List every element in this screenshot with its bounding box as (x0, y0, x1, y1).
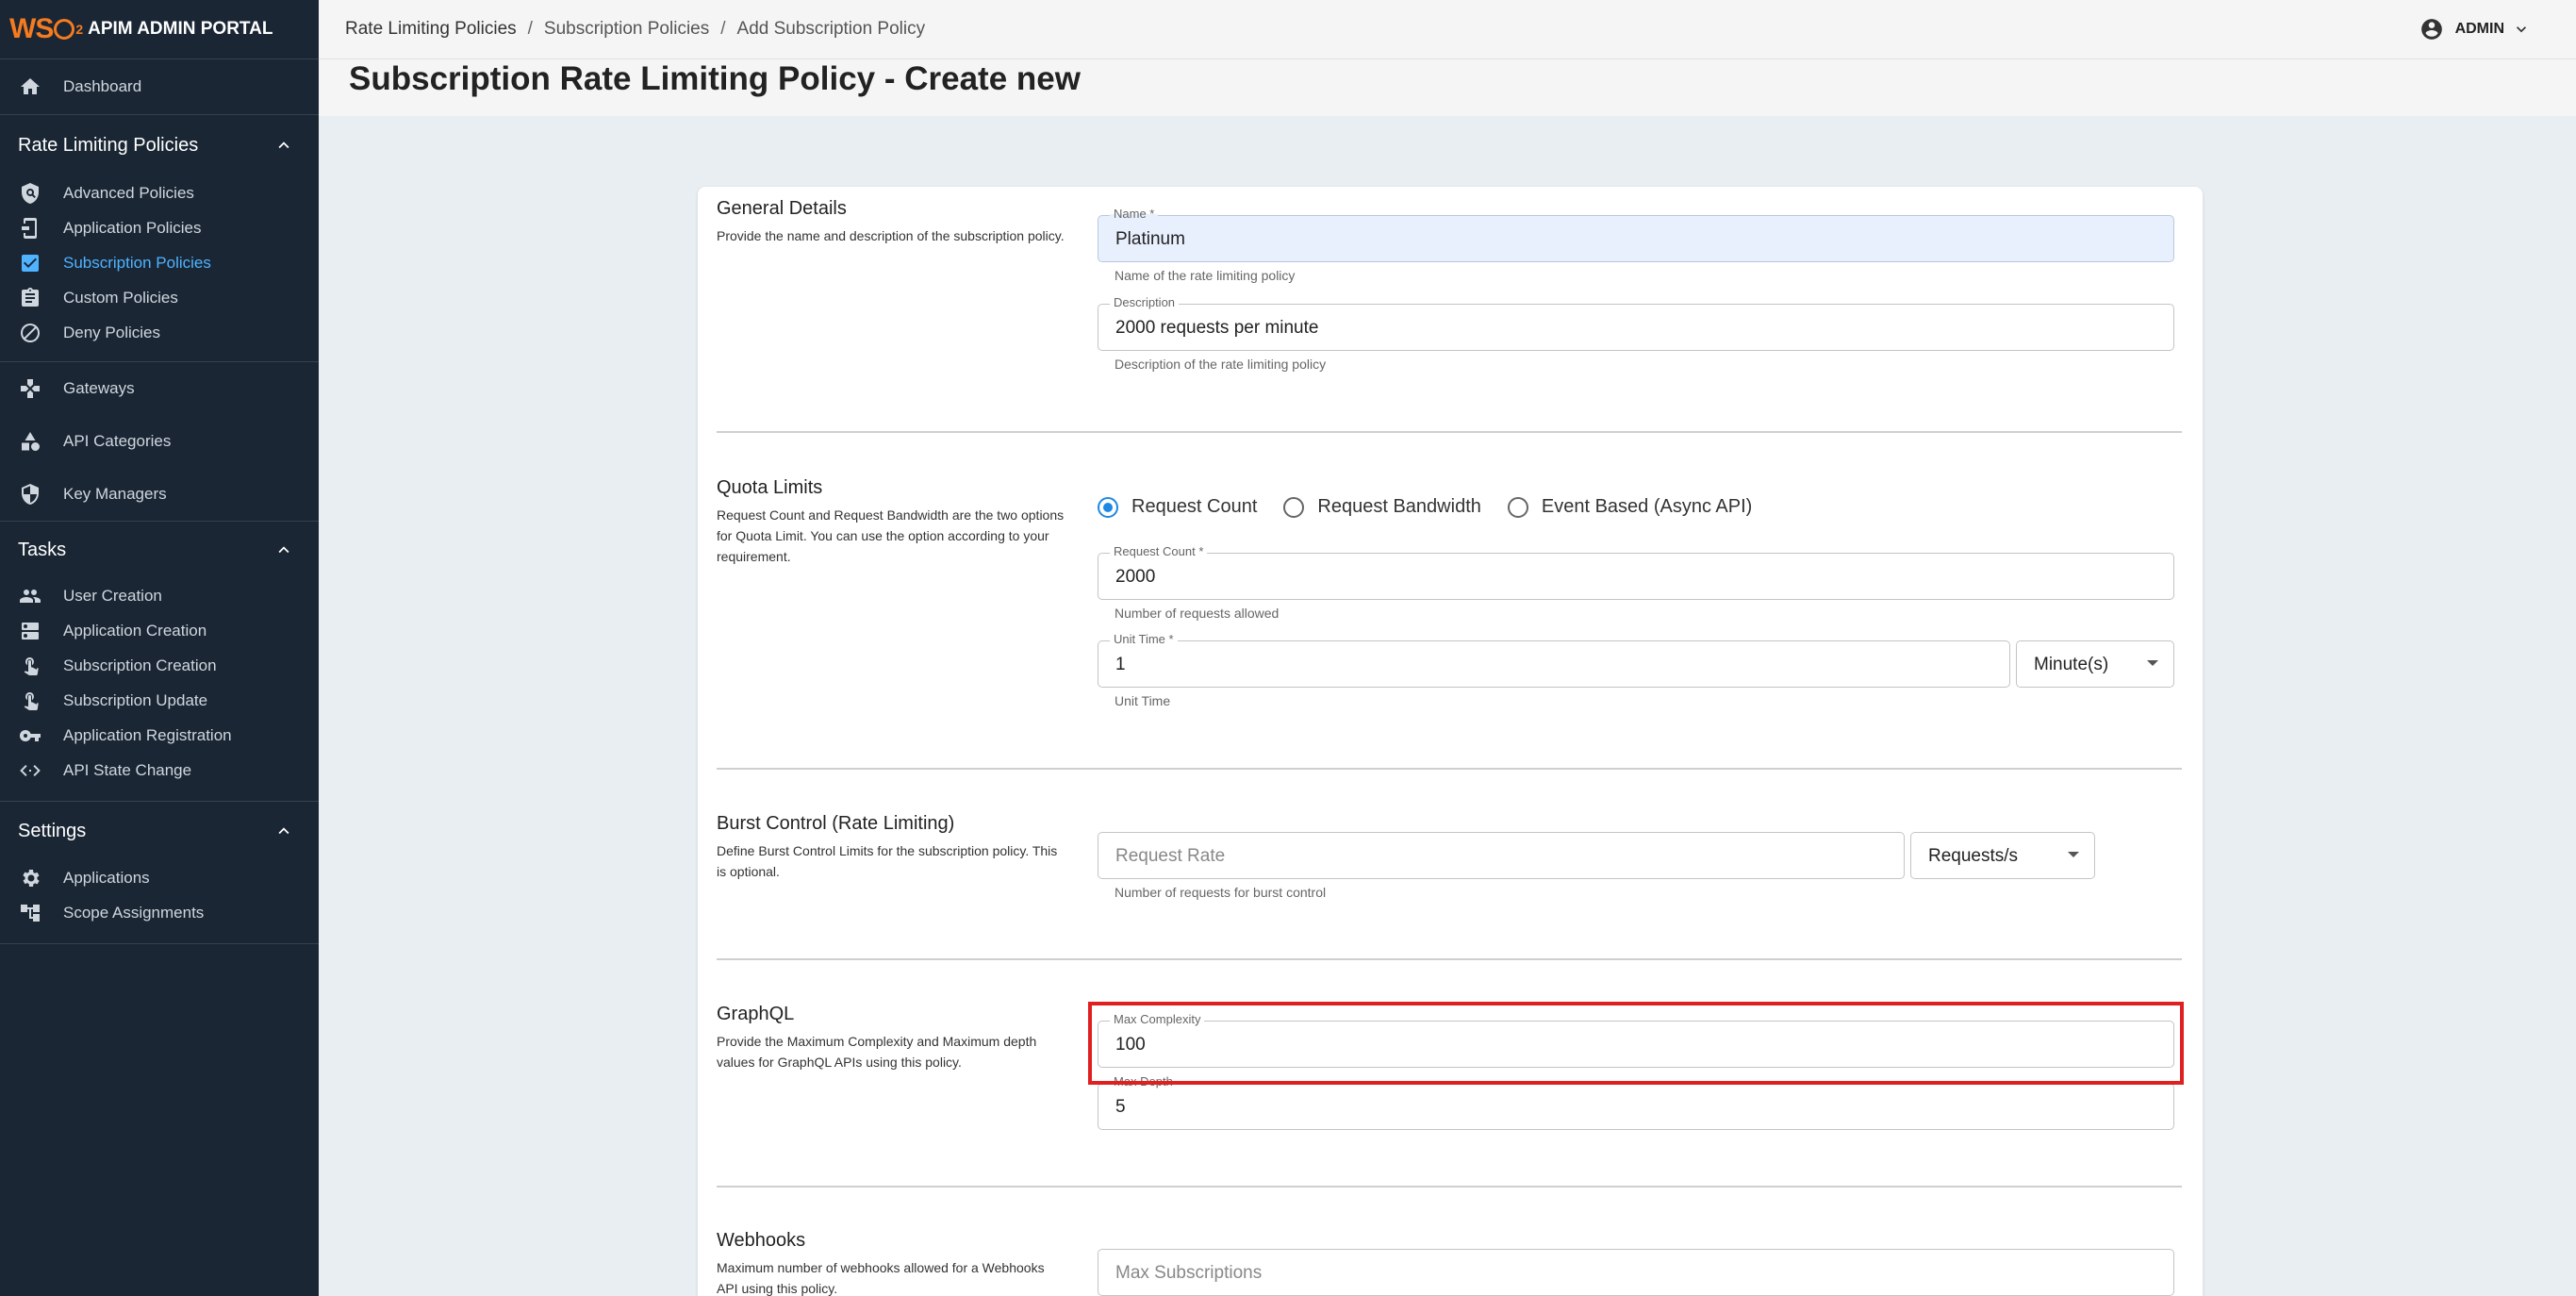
breadcrumb-separator: / (720, 19, 726, 39)
code-icon (18, 758, 42, 783)
request-count-field[interactable]: Request Count * 2000 (1098, 544, 2174, 600)
policy-form-card: General Details Provide the name and des… (698, 187, 2203, 1296)
sidebar-item-scope-assignments[interactable]: Scope Assignments (0, 895, 319, 930)
webhooks-desc: Maximum number of webhooks allowed for a… (717, 1260, 1045, 1296)
dns-icon (18, 619, 42, 643)
divider (717, 1186, 2182, 1188)
general-details-desc: Provide the name and description of the … (717, 228, 1065, 243)
burst-unit-select[interactable]: Requests/s (1910, 832, 2095, 879)
radio-event-based[interactable]: Event Based (Async API) (1507, 496, 1752, 518)
quota-type-radio-group: Request Count Request Bandwidth Event Ba… (1098, 496, 1778, 518)
unit-time-select[interactable]: Minute(s) (2016, 640, 2174, 688)
page-title: Subscription Rate Limiting Policy - Crea… (349, 60, 1081, 97)
header: Rate Limiting Policies / Subscription Po… (319, 0, 2576, 59)
shield-icon (18, 482, 42, 507)
breadcrumb-subscription-policies[interactable]: Subscription Policies (544, 19, 709, 40)
breadcrumb-add-subscription-policy: Add Subscription Policy (736, 19, 926, 39)
sidebar-item-deny-policies[interactable]: Deny Policies (0, 315, 319, 350)
gamepad-icon (18, 376, 42, 401)
breadcrumb-separator: / (527, 19, 533, 39)
chevron-up-icon (278, 546, 289, 554)
request-rate-helper: Number of requests for burst control (1115, 885, 1327, 900)
user-menu[interactable]: ADMIN (2419, 17, 2531, 42)
brand[interactable]: WS 2 APIM ADMIN PORTAL (0, 0, 319, 59)
sidebar-item-user-creation[interactable]: User Creation (0, 578, 319, 613)
sidebar-item-api-categories[interactable]: API Categories (0, 415, 319, 468)
dropdown-arrow-icon (2147, 660, 2158, 666)
sidebar-item-application-creation[interactable]: Application Creation (0, 613, 319, 648)
category-icon (18, 429, 42, 454)
clipboard-icon (18, 286, 42, 310)
shield-search-icon (18, 181, 42, 206)
description-field[interactable]: Description 2000 requests per minute (1098, 295, 2174, 351)
chevron-up-icon (278, 141, 289, 149)
sidebar-item-subscription-creation[interactable]: Subscription Creation (0, 648, 319, 683)
group-tasks[interactable]: Tasks (0, 522, 319, 578)
radio-request-count[interactable]: Request Count (1098, 496, 1257, 518)
account-circle-icon (2420, 19, 2442, 40)
sidebar-item-applications[interactable]: Applications (0, 860, 319, 895)
sidebar-item-subscription-policies[interactable]: Subscription Policies (0, 245, 319, 280)
request-count-helper: Number of requests allowed (1115, 606, 1280, 621)
checkbox-icon (18, 251, 42, 275)
sidebar-item-gateways[interactable]: Gateways (0, 362, 319, 415)
radio-request-bandwidth[interactable]: Request Bandwidth (1283, 496, 1481, 518)
divider (717, 431, 2182, 433)
radio-checked-icon (1098, 496, 1118, 518)
quota-limits-desc: Request Count and Request Bandwidth are … (717, 507, 1065, 564)
unit-time-helper: Unit Time (1115, 693, 1171, 708)
highlight-box (1088, 1002, 2184, 1085)
wso2-logo: WS 2 (9, 13, 83, 44)
request-rate-field[interactable]: Request Rate (1098, 832, 1905, 879)
sidebar-item-application-registration[interactable]: Application Registration (0, 718, 319, 753)
sidebar-item-advanced-policies[interactable]: Advanced Policies (0, 175, 319, 210)
chevron-down-icon (2517, 26, 2526, 33)
account-tree-icon (18, 901, 42, 925)
breadcrumb-rate-limiting[interactable]: Rate Limiting Policies (345, 19, 517, 40)
description-helper: Description of the rate limiting policy (1115, 357, 1327, 372)
sidebar-item-application-policies[interactable]: Application Policies (0, 210, 319, 245)
name-helper: Name of the rate limiting policy (1115, 268, 1296, 283)
sidebar: WS 2 APIM ADMIN PORTAL Dashboard Rate Lim… (0, 0, 319, 1296)
max-subscriptions-field[interactable]: Max Subscriptions (1098, 1249, 2174, 1296)
max-depth-field[interactable]: Max Depth 5 (1098, 1074, 2174, 1130)
home-icon (18, 75, 42, 99)
key-icon (18, 723, 42, 748)
group-settings[interactable]: Settings (0, 802, 319, 860)
divider (717, 768, 2182, 770)
touch-icon (18, 689, 42, 713)
radio-unchecked-icon (1507, 496, 1528, 518)
group-rate-limiting[interactable]: Rate Limiting Policies (0, 115, 319, 175)
radio-unchecked-icon (1283, 496, 1305, 518)
sidebar-item-custom-policies[interactable]: Custom Policies (0, 280, 319, 315)
burst-control-desc: Define Burst Control Limits for the subs… (717, 843, 1058, 879)
portal-title: APIM ADMIN PORTAL (88, 19, 273, 39)
chevron-up-icon (278, 827, 289, 835)
dropdown-arrow-icon (2068, 852, 2079, 857)
gear-icon (18, 866, 42, 890)
sidebar-item-subscription-update[interactable]: Subscription Update (0, 683, 319, 718)
phone-link-icon (18, 216, 42, 241)
graphql-desc: Provide the Maximum Complexity and Maxim… (717, 1034, 1037, 1070)
unit-time-field[interactable]: Unit Time * 1 (1098, 632, 2010, 688)
sidebar-item-dashboard[interactable]: Dashboard (0, 59, 319, 114)
divider (717, 958, 2182, 960)
breadcrumb: Rate Limiting Policies / Subscription Po… (345, 19, 925, 40)
touch-icon (18, 654, 42, 678)
title-bar: Subscription Rate Limiting Policy - Crea… (319, 59, 2576, 116)
sidebar-item-api-state-change[interactable]: API State Change (0, 753, 319, 788)
people-icon (18, 584, 42, 608)
user-name: ADMIN (2454, 21, 2504, 37)
name-field[interactable]: Name * Platinum (1098, 207, 2174, 262)
sidebar-item-key-managers[interactable]: Key Managers (0, 468, 319, 521)
block-icon (18, 321, 42, 345)
